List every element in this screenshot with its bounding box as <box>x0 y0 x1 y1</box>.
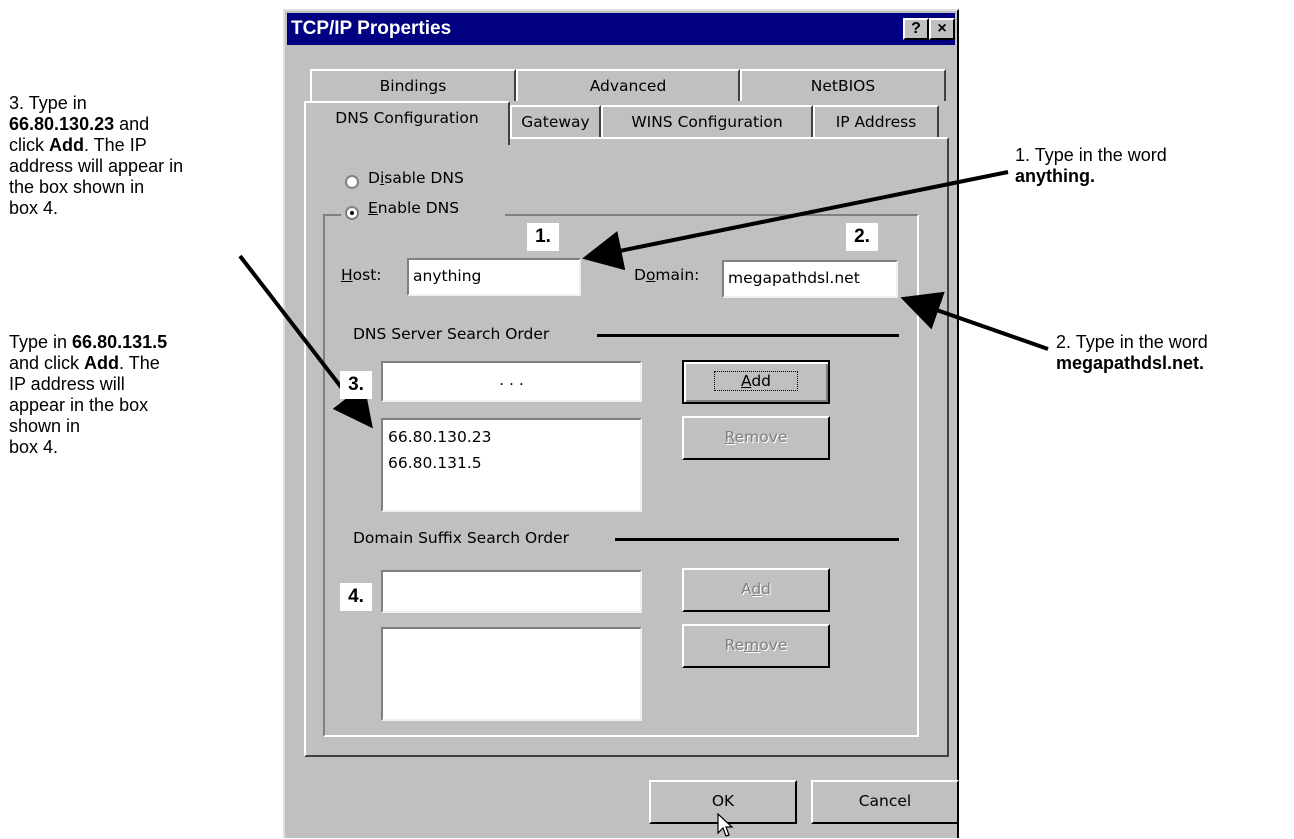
dns-remove-button[interactable]: Remove <box>682 416 830 460</box>
domain-suffix-input[interactable] <box>381 570 642 613</box>
annotation-arrows <box>238 170 1049 429</box>
arrow-step2 <box>900 291 1049 351</box>
suffix-add-button[interactable]: Add <box>682 568 830 612</box>
badge-4: 4. <box>340 583 372 611</box>
dns-add-button[interactable]: Add <box>682 360 830 404</box>
suffix-remove-button[interactable]: Remove <box>682 624 830 668</box>
dns-server-group-label: DNS Server Search Order <box>353 325 550 343</box>
domain-suffix-group-line <box>615 538 899 541</box>
list-item[interactable]: 66.80.130.23 <box>388 424 635 450</box>
badge-3: 3. <box>340 371 372 399</box>
host-label: Host: <box>341 266 382 284</box>
domain-input[interactable]: megapathdsl.net <box>722 260 898 298</box>
domain-suffix-list[interactable] <box>381 627 642 721</box>
tab-dns-configuration[interactable]: DNS Configuration <box>304 101 510 145</box>
domain-label: Domain: <box>634 266 700 284</box>
arrow-step1 <box>582 170 1009 271</box>
badge-2: 2. <box>846 223 878 251</box>
dns-server-group-line <box>597 334 899 337</box>
host-input[interactable]: anything <box>407 258 581 296</box>
domain-suffix-group-label: Domain Suffix Search Order <box>353 529 570 547</box>
dns-server-ip-input[interactable]: . . . <box>381 361 642 402</box>
list-item[interactable]: 66.80.131.5 <box>388 450 635 476</box>
enable-dns-radio-top[interactable] <box>345 206 359 220</box>
dns-server-list[interactable]: 66.80.130.23 66.80.131.5 <box>381 418 642 512</box>
enable-dns-label-top: Enable DNS <box>368 199 460 217</box>
badge-1: 1. <box>527 223 559 251</box>
